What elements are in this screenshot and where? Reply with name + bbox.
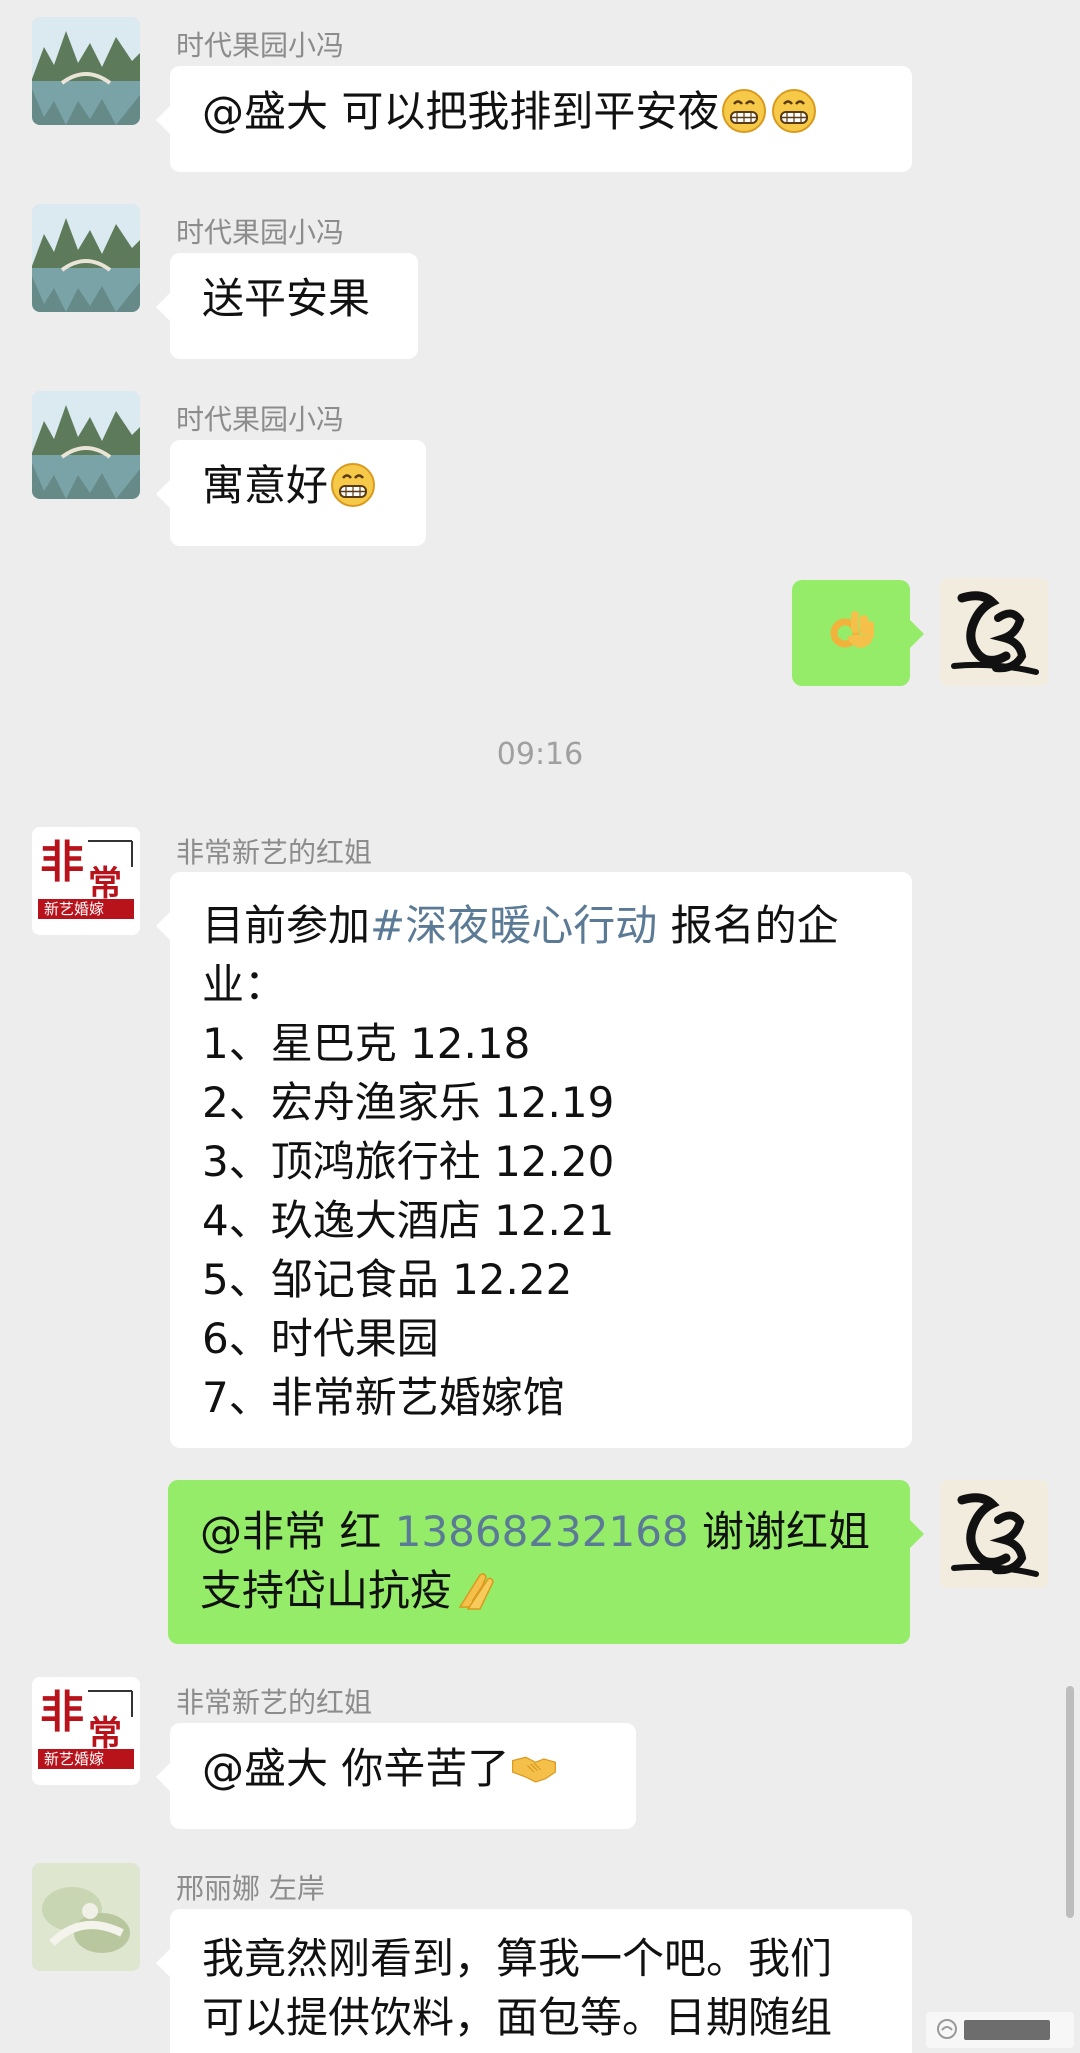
- message-text: @盛大 可以把我排到平安夜: [202, 87, 720, 136]
- hongjie-avatar[interactable]: 非 常 新艺婚嫁: [32, 827, 140, 935]
- message-text: 寓意好: [202, 461, 329, 510]
- landscape-avatar[interactable]: [32, 17, 140, 125]
- sender-name: 时代果园小冯: [176, 216, 345, 249]
- calligraphy-avatar[interactable]: [940, 578, 1048, 686]
- message-text: @盛大 你辛苦了: [202, 1744, 510, 1793]
- message-line: 可以提供饮料，面包等。日期随组: [202, 1993, 833, 2042]
- message-line: 目前参加#深夜暖心行动 报名的企: [202, 901, 839, 950]
- landscape-avatar[interactable]: [32, 391, 140, 499]
- message-line: 4、玖逸大酒店 12.21: [202, 1196, 615, 1245]
- grin-emoji-icon: [330, 462, 376, 508]
- message-bubble[interactable]: @盛大 你辛苦了: [156, 1723, 636, 1829]
- message-text: 送平安果: [202, 274, 371, 323]
- svg-text:新艺婚嫁: 新艺婚嫁: [44, 1750, 104, 1768]
- svg-text:常: 常: [88, 1714, 122, 1754]
- sender-name: 非常新艺的红姐: [176, 836, 373, 869]
- message-line: 7、非常新艺婚嫁馆: [202, 1373, 565, 1422]
- sender-name: 邢丽娜 左岸: [176, 1872, 325, 1905]
- message-line: 1、星巴克 12.18: [202, 1019, 531, 1068]
- chat-view[interactable]: 时代果园小冯 @盛大 可以把我排到平安夜 时代果园小冯 送平安果 时代果园小冯 …: [0, 0, 1080, 2053]
- grin-emoji-icon: [721, 88, 767, 134]
- hashtag-link[interactable]: #深夜暖心行动: [370, 901, 657, 950]
- message-line: 业：: [202, 960, 287, 1009]
- folded-hands-emoji-icon: [454, 1567, 500, 1613]
- message-line: 我竟然刚看到，算我一个吧。我们: [202, 1934, 833, 1983]
- message-bubble[interactable]: @非常 红 13868232168 谢谢红姐 支持岱山抗疫: [168, 1480, 924, 1644]
- svg-text:非: 非: [40, 837, 84, 888]
- watermark-bar: [964, 2020, 1050, 2040]
- ok-hand-emoji-icon: [821, 603, 881, 663]
- handshake-emoji-icon: [511, 1745, 557, 1791]
- message-bubble[interactable]: 寓意好: [156, 440, 426, 546]
- watermark-logo-icon: [937, 2019, 957, 2039]
- message-line: 2、宏舟渔家乐 12.19: [202, 1078, 615, 1127]
- landscape-avatar[interactable]: [32, 204, 140, 312]
- message-bubble[interactable]: 目前参加#深夜暖心行动 报名的企 业： 1、星巴克 12.18 2、宏舟渔家乐 …: [156, 872, 912, 1448]
- svg-text:常: 常: [88, 864, 122, 904]
- message-bubble[interactable]: 我竟然刚看到，算我一个吧。我们 可以提供饮料，面包等。日期随组: [156, 1909, 912, 2053]
- phone-link[interactable]: 13868232168: [395, 1507, 689, 1556]
- message-bubble[interactable]: 送平安果: [156, 253, 418, 359]
- message-line: 3、顶鸿旅行社 12.20: [202, 1137, 615, 1186]
- sender-name: 非常新艺的红姐: [176, 1686, 373, 1719]
- timestamp: 09:16: [496, 737, 584, 772]
- scrollbar[interactable]: [1066, 1686, 1074, 1918]
- sender-name: 时代果园小冯: [176, 403, 345, 436]
- flower-avatar[interactable]: [32, 1863, 140, 1971]
- svg-text:非: 非: [40, 1687, 84, 1738]
- hongjie-avatar[interactable]: 非 常 新艺婚嫁: [32, 1677, 140, 1785]
- message-line: 5、邹记食品 12.22: [202, 1255, 573, 1304]
- message-line: @非常 红 13868232168 谢谢红姐: [200, 1507, 871, 1556]
- message-line: 支持岱山抗疫: [200, 1561, 878, 1620]
- watermark: [926, 2012, 1074, 2048]
- calligraphy-avatar[interactable]: [940, 1480, 1048, 1588]
- svg-text:新艺婚嫁: 新艺婚嫁: [44, 900, 104, 918]
- message-line: 6、时代果园: [202, 1314, 439, 1363]
- message-bubble[interactable]: @盛大 可以把我排到平安夜: [156, 66, 912, 172]
- sender-name: 时代果园小冯: [176, 29, 345, 62]
- grin-emoji-icon: [771, 88, 817, 134]
- message-bubble[interactable]: [792, 580, 924, 686]
